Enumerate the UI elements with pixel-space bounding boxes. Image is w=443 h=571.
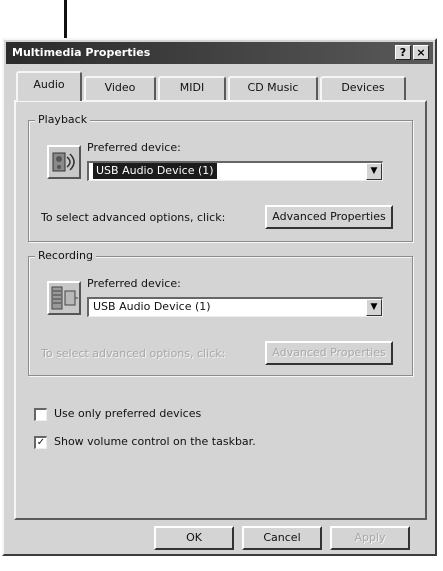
- tab-cd-music[interactable]: CD Music: [228, 76, 318, 100]
- playback-device-value: USB Audio Device (1): [93, 163, 217, 179]
- playback-preferred-label: Preferred device:: [87, 141, 181, 154]
- multimedia-properties-dialog: Multimedia Properties ? × Audio Video MI…: [2, 38, 437, 556]
- microphone-icon: [47, 281, 81, 315]
- audio-tab-panel: Playback Preferred device: USB Audio Dev…: [14, 100, 427, 520]
- recording-advanced-text: To select advanced options, click:: [41, 347, 226, 360]
- use-preferred-label[interactable]: Use only preferred devices: [54, 407, 201, 420]
- help-button[interactable]: ?: [395, 45, 411, 60]
- chevron-down-icon[interactable]: ▼: [366, 163, 382, 180]
- tab-devices[interactable]: Devices: [320, 76, 406, 100]
- recording-preferred-label: Preferred device:: [87, 277, 181, 290]
- show-volume-checkbox[interactable]: ✓: [34, 436, 47, 449]
- tab-video[interactable]: Video: [84, 76, 156, 100]
- show-volume-label[interactable]: Show volume control on the taskbar.: [54, 435, 256, 448]
- use-preferred-checkbox[interactable]: [34, 408, 47, 421]
- close-button[interactable]: ×: [413, 45, 429, 60]
- apply-button[interactable]: Apply: [330, 526, 410, 550]
- recording-group: Recording Preferred device: USB Audio De…: [28, 249, 413, 376]
- ok-button[interactable]: OK: [154, 526, 234, 550]
- playback-group-label: Playback: [35, 113, 91, 126]
- playback-device-select[interactable]: USB Audio Device (1) ▼: [87, 161, 383, 181]
- tab-midi[interactable]: MIDI: [158, 76, 226, 100]
- recording-advanced-properties-button[interactable]: Advanced Properties: [265, 341, 393, 365]
- title-bar[interactable]: Multimedia Properties ? ×: [6, 42, 433, 64]
- recording-group-label: Recording: [35, 249, 97, 262]
- playback-advanced-text: To select advanced options, click:: [41, 211, 226, 224]
- recording-device-value: USB Audio Device (1): [93, 300, 211, 313]
- playback-group: Playback Preferred device: USB Audio Dev…: [28, 113, 413, 242]
- recording-device-select[interactable]: USB Audio Device (1) ▼: [87, 297, 383, 317]
- window-title: Multimedia Properties: [12, 46, 151, 59]
- playback-advanced-properties-button[interactable]: Advanced Properties: [265, 205, 393, 229]
- tab-audio[interactable]: Audio: [16, 71, 82, 101]
- speaker-icon: [47, 145, 81, 179]
- chevron-down-icon[interactable]: ▼: [366, 299, 382, 316]
- cancel-button[interactable]: Cancel: [242, 526, 322, 550]
